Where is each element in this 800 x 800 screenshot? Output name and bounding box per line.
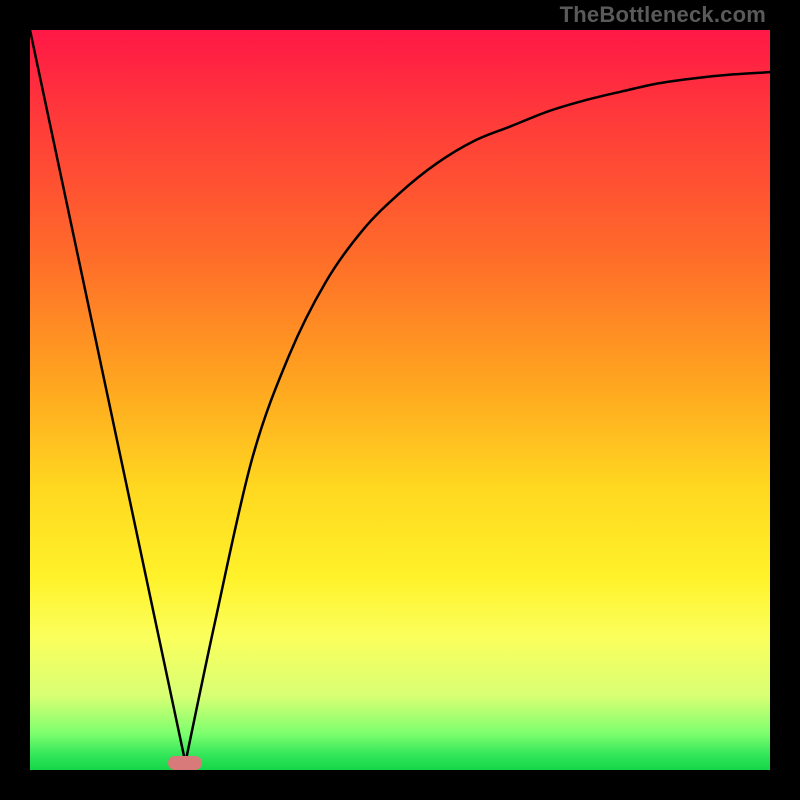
bottleneck-curve xyxy=(30,30,770,770)
attribution-text: TheBottleneck.com xyxy=(560,2,766,28)
chart-frame: TheBottleneck.com xyxy=(0,0,800,800)
minimum-marker xyxy=(168,756,202,770)
plot-area xyxy=(30,30,770,770)
